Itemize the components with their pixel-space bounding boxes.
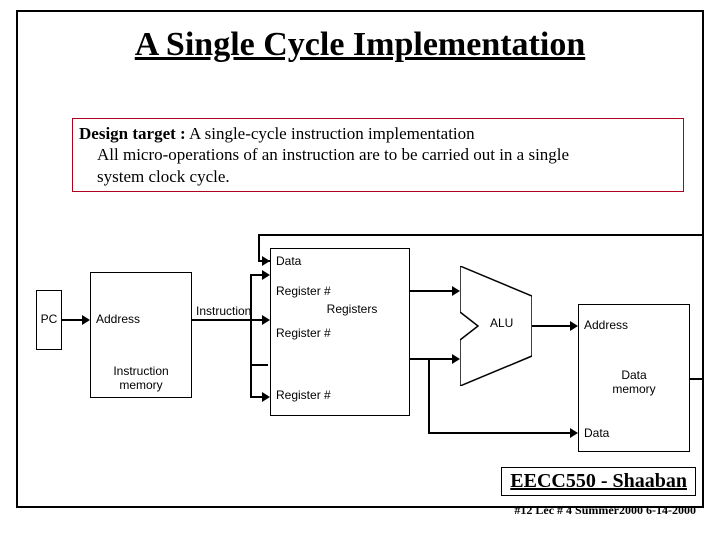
arrow-pc-imem bbox=[82, 315, 90, 325]
design-line-3: system clock cycle. bbox=[97, 166, 677, 187]
footer-line: #12 Lec # 4 Summer2000 6-14-2000 bbox=[514, 503, 696, 518]
wire-to-data bbox=[250, 364, 268, 366]
instruction-label: Instruction bbox=[196, 304, 251, 318]
pc-label: PC bbox=[36, 312, 62, 326]
wire-reg-alu-b bbox=[410, 358, 430, 360]
design-subtitle: A single-cycle instruction implementatio… bbox=[186, 124, 475, 143]
arrow-alu-dmem bbox=[570, 321, 578, 331]
wire-imem-reg bbox=[192, 319, 268, 321]
reg2-label: Register # bbox=[276, 326, 331, 340]
wire-reg-alu-a bbox=[410, 290, 458, 292]
address2-label: Address bbox=[584, 318, 628, 332]
datain-label: Data bbox=[276, 254, 301, 268]
arrow-reg-alu-b bbox=[452, 354, 460, 364]
imem-label-1: Instruction bbox=[90, 364, 192, 378]
datapath-diagram: PC Address Instruction memory Instructio… bbox=[36, 230, 710, 480]
arrow-imem-reg bbox=[262, 315, 270, 325]
slide-frame: A Single Cycle Implementation Design tar… bbox=[16, 10, 704, 508]
dmem-label-2: memory bbox=[578, 382, 690, 396]
wire-fb-v2 bbox=[258, 234, 260, 260]
arrow-reg-alu-a bbox=[452, 286, 460, 296]
address1-label: Address bbox=[96, 312, 140, 326]
reg1-label: Register # bbox=[276, 284, 331, 298]
registers-label: Registers bbox=[312, 302, 392, 316]
arrow-to-data-port bbox=[570, 428, 578, 438]
design-lead: Design target : bbox=[79, 124, 186, 143]
dmem-label-1: Data bbox=[578, 368, 690, 382]
imem-label-2: memory bbox=[90, 378, 192, 392]
design-line-2: All micro-operations of an instruction a… bbox=[97, 144, 677, 165]
wire-to-data-port bbox=[428, 432, 576, 434]
arrow-to-reg1 bbox=[262, 270, 270, 280]
dataout-label: Data bbox=[584, 426, 609, 440]
arrow-fb-data bbox=[262, 256, 270, 266]
wire-pc-imem bbox=[62, 319, 84, 321]
wire-fb-v1 bbox=[702, 234, 704, 380]
reg3-label: Register # bbox=[276, 388, 331, 402]
wire-reg-alu-b-v bbox=[428, 358, 430, 432]
wire-instr-vert bbox=[250, 274, 252, 396]
design-line-1: Design target : A single-cycle instructi… bbox=[79, 123, 677, 144]
course-footer: EECC550 - Shaaban bbox=[501, 467, 696, 496]
wire-alu-dmem bbox=[532, 325, 574, 327]
design-target-box: Design target : A single-cycle instructi… bbox=[72, 118, 684, 192]
alu-label: ALU bbox=[490, 316, 513, 330]
page-title: A Single Cycle Implementation bbox=[18, 26, 702, 64]
arrow-to-reg3 bbox=[262, 392, 270, 402]
wire-fb-top bbox=[258, 234, 704, 236]
